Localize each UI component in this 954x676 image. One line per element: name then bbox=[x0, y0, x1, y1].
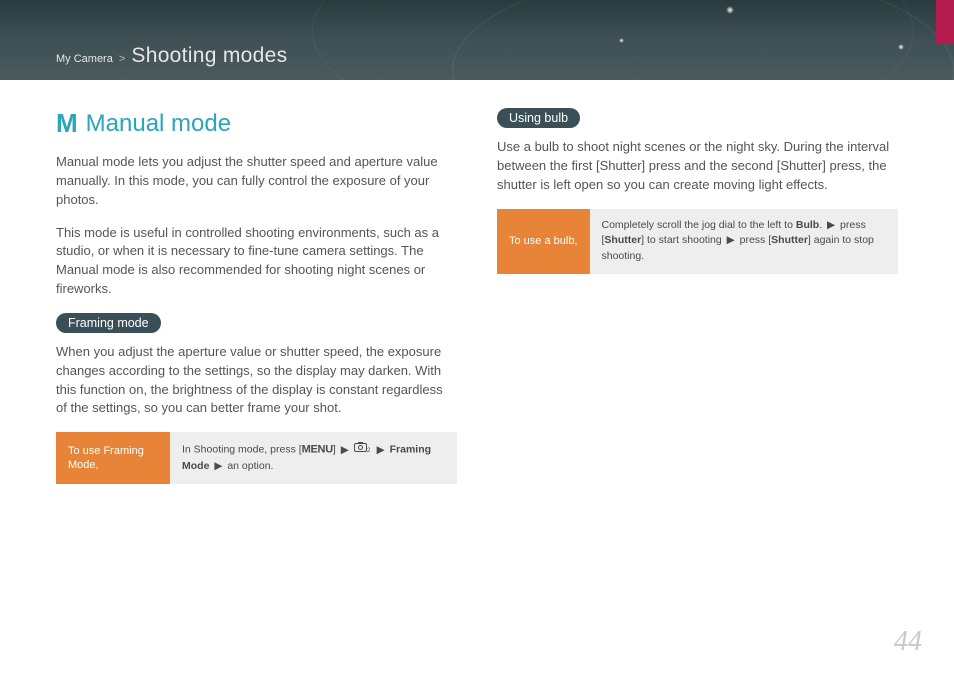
right-column: Using bulb Use a bulb to shoot night sce… bbox=[497, 108, 898, 496]
subheading-using-bulb: Using bulb bbox=[497, 108, 580, 128]
menu-icon: MENU bbox=[302, 444, 333, 456]
arrow-icon: ▶ bbox=[377, 444, 385, 456]
instruction-framing-mode: To use Framing Mode, In Shooting mode, p… bbox=[56, 432, 457, 484]
page-number: 44 bbox=[894, 626, 922, 658]
camera-sub-icon: 2 bbox=[354, 441, 372, 459]
mode-m-icon: M bbox=[56, 108, 78, 139]
subheading-framing-mode: Framing mode bbox=[56, 313, 161, 333]
breadcrumb-parent: My Camera bbox=[56, 53, 113, 65]
page-tab[interactable] bbox=[936, 0, 954, 44]
left-column: M Manual mode Manual mode lets you adjus… bbox=[56, 108, 457, 496]
arrow-icon: ▶ bbox=[827, 219, 835, 231]
content-area: M Manual mode Manual mode lets you adjus… bbox=[0, 80, 954, 496]
breadcrumb-separator: > bbox=[119, 53, 125, 65]
breadcrumb: My Camera > Shooting modes bbox=[56, 44, 954, 68]
intro-paragraph-1: Manual mode lets you adjust the shutter … bbox=[56, 153, 457, 210]
arrow-icon: ▶ bbox=[214, 460, 222, 472]
intro-paragraph-2: This mode is useful in controlled shooti… bbox=[56, 224, 457, 299]
arrow-icon: ▶ bbox=[727, 234, 735, 246]
instruction-label: To use a bulb, bbox=[497, 209, 590, 274]
instruction-label: To use Framing Mode, bbox=[56, 432, 170, 484]
svg-text:2: 2 bbox=[367, 448, 371, 453]
instruction-bulb: To use a bulb, Completely scroll the jog… bbox=[497, 209, 898, 274]
using-bulb-body: Use a bulb to shoot night scenes or the … bbox=[497, 138, 898, 195]
arrow-icon: ▶ bbox=[341, 444, 349, 456]
header-banner: My Camera > Shooting modes bbox=[0, 0, 954, 80]
sparkle-decoration bbox=[726, 6, 734, 14]
page-heading: M Manual mode bbox=[56, 108, 457, 139]
breadcrumb-title: Shooting modes bbox=[131, 44, 287, 67]
page-title: Manual mode bbox=[86, 110, 231, 138]
instruction-body: In Shooting mode, press [MENU] ▶ 2 ▶ Fra… bbox=[170, 432, 457, 484]
framing-mode-body: When you adjust the aperture value or sh… bbox=[56, 343, 457, 418]
sparkle-decoration bbox=[898, 44, 904, 50]
instruction-body: Completely scroll the jog dial to the le… bbox=[590, 209, 899, 274]
sparkle-decoration bbox=[619, 38, 624, 43]
